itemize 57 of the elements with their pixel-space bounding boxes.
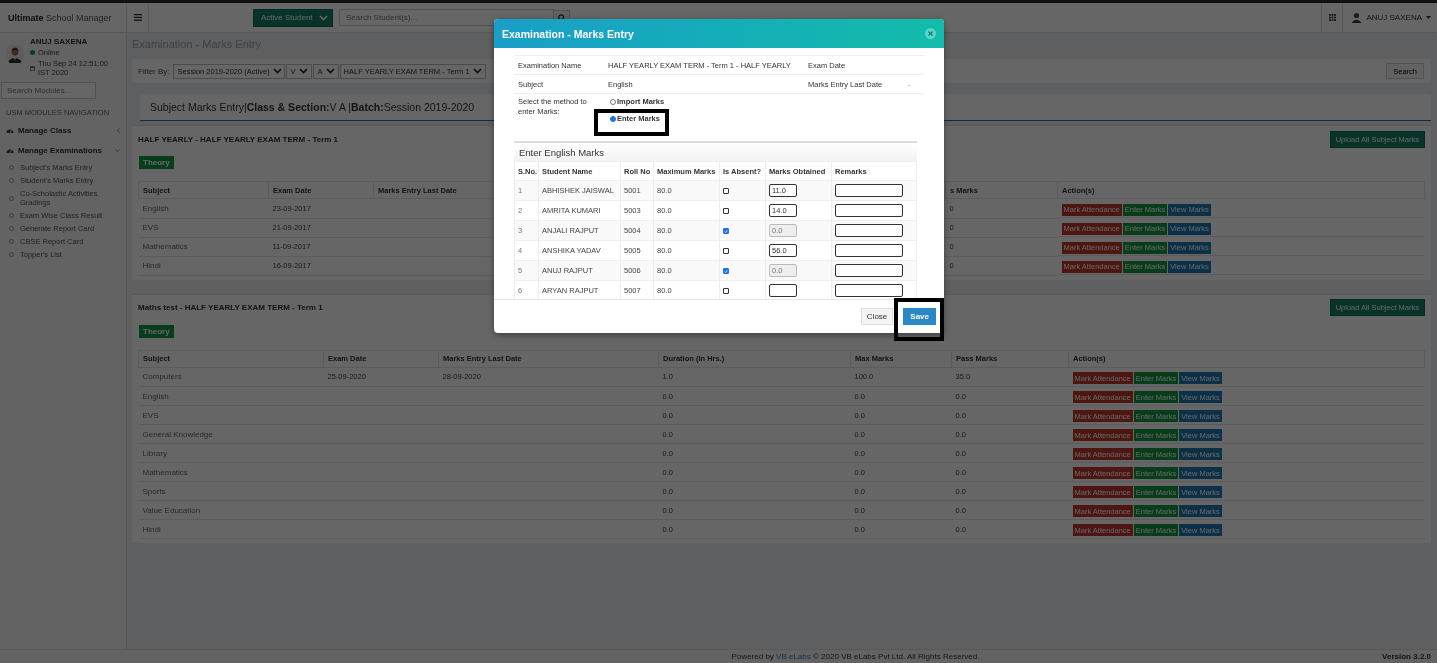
apps-button[interactable] <box>1321 3 1344 32</box>
dashboard-icon <box>6 127 14 134</box>
circle-icon <box>9 195 14 201</box>
footer-credit: Powered by VB eLabs © 2020 VB eLabs Pvt Ltd. All Rights Reserved. <box>731 652 980 661</box>
remarks-field[interactable] <box>835 184 903 197</box>
marks-entry-heading: Subject Marks Entry|Class & Section:V A |Batch:Session 2019-2020 <box>150 101 475 113</box>
circle-icon <box>9 213 14 218</box>
absent-checkbox[interactable] <box>723 188 729 194</box>
circle-icon <box>9 165 14 170</box>
dialog-title: Examination - Marks Entry <box>502 27 634 40</box>
remarks-field[interactable] <box>835 284 903 297</box>
circle-icon <box>9 226 14 231</box>
circle-icon <box>9 252 14 257</box>
section-title: Maths test - HALF YEARLY EXAM TERM - Term 1 <box>138 303 323 312</box>
menu-icon <box>133 14 142 21</box>
calendar-icon <box>29 65 35 71</box>
theory-tab[interactable]: Theory <box>139 324 174 338</box>
section-title: HALF YEARLY - HALF YEARLY EXAM TERM - Term 1 <box>138 134 339 144</box>
marks-field[interactable] <box>769 284 797 297</box>
remarks-field[interactable] <box>835 224 903 237</box>
circle-icon <box>9 239 14 244</box>
chevron-down-icon <box>115 149 120 152</box>
panel-title: Enter English Marks <box>519 146 604 158</box>
absent-checkbox[interactable] <box>723 248 729 254</box>
save-button[interactable]: Save <box>903 308 936 325</box>
chevron-down-icon <box>272 68 282 74</box>
active-student-button[interactable]: Active Student <box>253 8 333 27</box>
chevron-down-icon <box>298 68 308 74</box>
theory-tab[interactable]: Theory <box>139 156 174 169</box>
highlight-frame <box>894 298 944 341</box>
caret-icon <box>1426 16 1431 19</box>
app-title: Ultimate School Manager <box>8 12 112 23</box>
close-icon <box>928 31 933 36</box>
footer-link[interactable]: VB eLabs <box>776 652 811 661</box>
chevron-down-icon <box>319 14 328 21</box>
status-dot <box>29 50 35 55</box>
dashboard-icon <box>6 147 14 154</box>
remarks-field[interactable] <box>835 264 903 277</box>
chevron-left-icon <box>117 128 120 133</box>
close-button[interactable] <box>925 28 936 39</box>
version-label: Version 3.2.0 <box>1382 652 1431 661</box>
absent-checkbox[interactable] <box>723 288 729 294</box>
circle-icon <box>9 178 14 183</box>
chevron-down-icon <box>472 68 482 74</box>
remarks-field[interactable] <box>835 204 903 217</box>
absent-checkbox[interactable] <box>723 228 729 234</box>
chevron-down-icon <box>325 68 335 74</box>
nav-menu-item[interactable]: Manage Class <box>0 121 126 141</box>
nav-menu-item[interactable]: Manage Examinations <box>0 141 126 161</box>
avatar-icon <box>1351 12 1363 23</box>
user-name: ANUJ SAXENA <box>29 37 89 46</box>
remarks-field[interactable] <box>835 244 903 257</box>
absent-checkbox[interactable] <box>723 208 729 214</box>
grid-icon <box>1328 14 1336 21</box>
absent-checkbox[interactable] <box>723 268 729 274</box>
filter-label: Filter By: <box>138 66 170 76</box>
close-button[interactable]: Close <box>860 308 894 325</box>
